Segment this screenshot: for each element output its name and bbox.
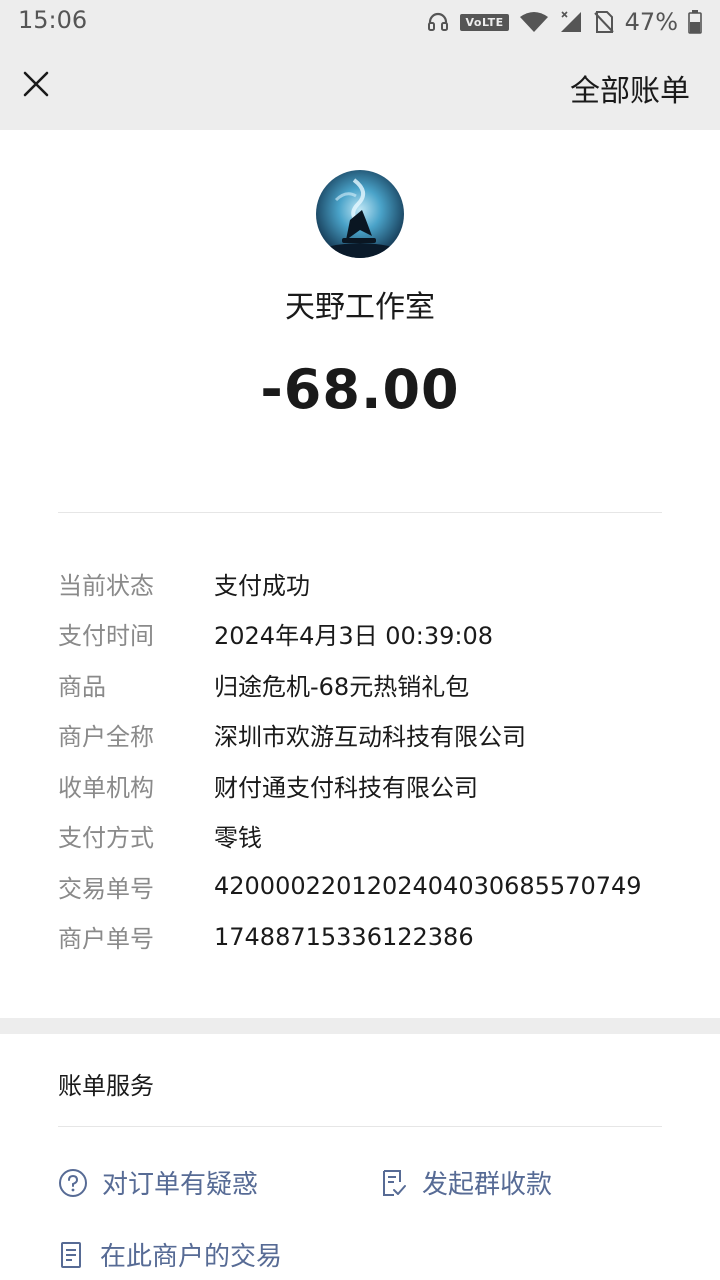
group-collect-icon xyxy=(383,1169,406,1196)
detail-label: 支付方式 xyxy=(58,824,154,853)
detail-value: 支付成功 xyxy=(214,571,310,600)
bill-detail: 天野工作室 -68.00 当前状态 支付成功 支付时间 2024年4月3日 00… xyxy=(0,130,720,1018)
detail-value: 2024年4月3日 00:39:08 xyxy=(214,622,494,651)
question-order-label: 对订单有疑惑 xyxy=(102,1170,259,1200)
merchant-transactions-link[interactable]: 在此商户的交易 xyxy=(58,1236,282,1273)
detail-row-merchant-full-name: 商户全称 深圳市欢游互动科技有限公司 xyxy=(58,710,678,761)
wifi-icon xyxy=(519,10,549,34)
payment-amount: -68.00 xyxy=(260,358,460,421)
services-title: 账单服务 xyxy=(58,1072,154,1100)
divider xyxy=(58,1126,662,1127)
detail-value[interactable]: 4200002201202404030685570749 xyxy=(214,872,642,900)
detail-value: 归途危机-68元热销礼包 xyxy=(214,672,470,701)
bill-services: 账单服务 对订单有疑惑 发起群收款 在此商户的交易 xyxy=(0,1034,720,1280)
group-collect-label: 发起群收款 xyxy=(422,1170,553,1200)
detail-label: 商户单号 xyxy=(58,925,154,954)
detail-label: 商品 xyxy=(58,672,106,701)
merchant-transactions-label: 在此商户的交易 xyxy=(100,1242,283,1272)
detail-row-transaction-id: 交易单号 4200002201202404030685570749 xyxy=(58,861,678,912)
close-button[interactable] xyxy=(18,66,54,102)
merchant-avatar xyxy=(316,170,404,258)
detail-value: 零钱 xyxy=(214,824,262,853)
detail-row-payment-method: 支付方式 零钱 xyxy=(58,811,678,862)
detail-label: 支付时间 xyxy=(58,622,154,651)
divider xyxy=(58,512,662,513)
detail-label: 商户全称 xyxy=(58,723,154,752)
close-icon xyxy=(23,71,49,97)
volte-icon: VoLTE xyxy=(460,13,509,31)
battery-percent: 47% xyxy=(624,8,678,36)
nav-bar: 全部账单 xyxy=(0,44,720,130)
battery-icon xyxy=(688,10,702,34)
detail-row-acquirer: 收单机构 财付通支付科技有限公司 xyxy=(58,760,678,811)
status-time: 15:06 xyxy=(18,6,88,34)
document-icon xyxy=(61,1241,81,1268)
no-sim-icon xyxy=(593,10,615,34)
detail-list: 当前状态 支付成功 支付时间 2024年4月3日 00:39:08 商品 归途危… xyxy=(58,558,678,962)
detail-label: 交易单号 xyxy=(58,874,154,903)
question-order-link[interactable]: 对订单有疑惑 xyxy=(58,1164,258,1201)
section-gap xyxy=(0,1018,720,1034)
detail-row-merchant-order-id: 商户单号 17488715336122386 xyxy=(58,912,678,963)
detail-row-payment-time: 支付时间 2024年4月3日 00:39:08 xyxy=(58,609,678,660)
detail-label: 当前状态 xyxy=(58,571,154,600)
detail-value: 深圳市欢游互动科技有限公司 xyxy=(214,723,526,752)
detail-row-status: 当前状态 支付成功 xyxy=(58,558,678,609)
signal-icon xyxy=(559,10,583,34)
detail-value[interactable]: 17488715336122386 xyxy=(214,923,474,951)
headphones-icon xyxy=(426,10,450,34)
detail-label: 收单机构 xyxy=(58,773,154,802)
detail-row-product: 商品 归途危机-68元热销礼包 xyxy=(58,659,678,710)
status-icons: VoLTE 47% xyxy=(426,6,702,38)
status-bar: 15:06 VoLTE 47% xyxy=(0,0,720,44)
question-icon xyxy=(59,1168,87,1197)
detail-value: 财付通支付科技有限公司 xyxy=(214,773,478,802)
merchant-name: 天野工作室 xyxy=(285,290,435,325)
all-bills-button[interactable]: 全部账单 xyxy=(570,66,690,110)
group-collect-link[interactable]: 发起群收款 xyxy=(380,1164,552,1201)
